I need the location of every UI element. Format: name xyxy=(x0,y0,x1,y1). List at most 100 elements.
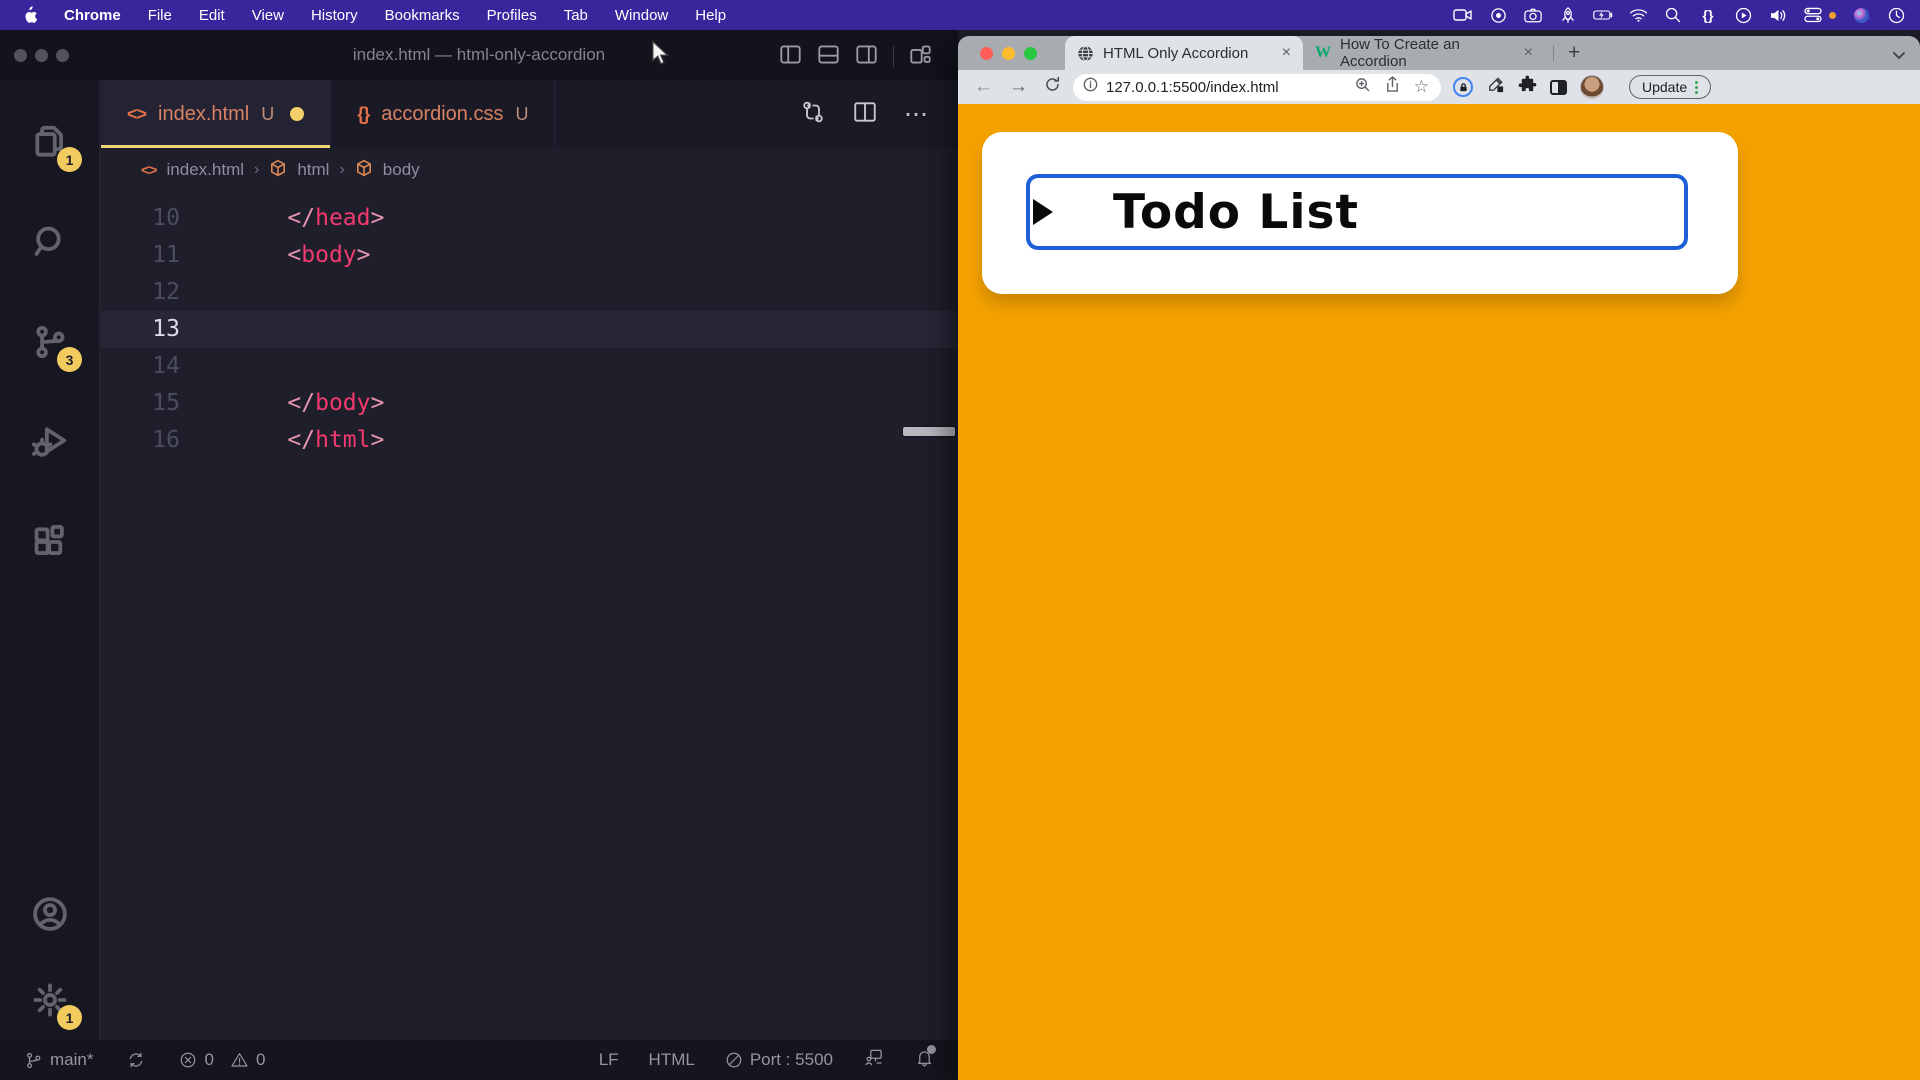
css-file-icon: {} xyxy=(357,104,369,125)
remote-explorer-icon[interactable] xyxy=(863,1048,885,1072)
open-changes-icon[interactable] xyxy=(800,99,826,130)
menu-view[interactable]: View xyxy=(252,7,284,24)
breadcrumb-body[interactable]: body xyxy=(383,160,420,180)
sync-changes-icon[interactable] xyxy=(127,1051,145,1069)
zoom-window-icon[interactable] xyxy=(1024,47,1037,60)
menu-window[interactable]: Window xyxy=(615,7,668,24)
tab-search-chevron-icon[interactable] xyxy=(1892,47,1906,65)
notification-dot xyxy=(927,1045,936,1054)
menu-profiles[interactable]: Profiles xyxy=(487,7,537,24)
privacy-extension-icon[interactable] xyxy=(1453,77,1473,97)
tab-label: index.html xyxy=(158,103,249,126)
menu-edit[interactable]: Edit xyxy=(199,7,225,24)
zoom-window-icon[interactable] xyxy=(56,49,69,62)
rocket-icon[interactable] xyxy=(1558,5,1578,25)
sidebar-item-settings[interactable]: 1 xyxy=(0,968,100,1032)
toggle-panel-icon[interactable] xyxy=(817,43,840,71)
apple-menu-icon[interactable] xyxy=(22,6,37,24)
share-icon[interactable] xyxy=(1385,76,1400,98)
menu-tab[interactable]: Tab xyxy=(564,7,588,24)
bookmark-star-icon[interactable]: ☆ xyxy=(1414,77,1429,97)
status-bar: main* 0 0 LF HTML Port : 5500 xyxy=(0,1040,958,1080)
settings-badge: 1 xyxy=(57,1005,82,1030)
zoom-icon[interactable] xyxy=(1355,77,1371,98)
forward-button[interactable]: → xyxy=(1009,76,1028,98)
site-info-icon[interactable] xyxy=(1083,77,1098,97)
sidebar-item-search[interactable] xyxy=(0,210,100,274)
w3schools-favicon-icon: W xyxy=(1315,44,1331,62)
chrome-window-controls xyxy=(980,47,1037,60)
toggle-sidebar-icon[interactable] xyxy=(779,43,802,71)
unsaved-dot-icon[interactable] xyxy=(290,107,304,121)
breadcrumb-html[interactable]: html xyxy=(297,160,329,180)
control-center-icon[interactable] xyxy=(1803,5,1823,25)
back-button[interactable]: ← xyxy=(974,76,993,98)
sidebar-item-extensions[interactable] xyxy=(0,510,100,574)
close-tab-icon[interactable]: × xyxy=(1282,44,1291,62)
url-text[interactable]: 127.0.0.1:5500/index.html xyxy=(1106,79,1355,96)
customize-layout-icon[interactable] xyxy=(909,43,932,71)
tab-accordion-css[interactable]: {} accordion.css U xyxy=(331,80,555,148)
video-camera-icon[interactable] xyxy=(1453,5,1473,25)
new-tab-button[interactable]: + xyxy=(1562,41,1586,65)
source-control-badge: 3 xyxy=(57,347,82,372)
sidebar-item-explorer[interactable]: 1 xyxy=(0,110,100,174)
menu-history[interactable]: History xyxy=(311,7,358,24)
wifi-icon[interactable] xyxy=(1628,5,1648,25)
divider xyxy=(893,46,894,68)
problems-status[interactable]: 0 0 xyxy=(179,1050,265,1070)
html-file-icon: <> xyxy=(141,162,157,179)
menu-file[interactable]: File xyxy=(148,7,172,24)
extensions-puzzle-icon[interactable] xyxy=(1518,75,1537,99)
split-editor-icon[interactable] xyxy=(852,99,878,130)
colorpicker-extension-icon[interactable] xyxy=(1486,75,1505,99)
error-count: 0 xyxy=(204,1050,213,1070)
sidebar-item-source-control[interactable]: 3 xyxy=(0,310,100,374)
sidebar-item-run-debug[interactable] xyxy=(0,410,100,474)
breadcrumb-file[interactable]: index.html xyxy=(167,160,244,180)
more-actions-icon[interactable]: ⋯ xyxy=(904,100,930,129)
minimize-window-icon[interactable] xyxy=(1002,47,1015,60)
code-line: 12 xyxy=(101,274,958,311)
address-bar[interactable]: 127.0.0.1:5500/index.html ☆ xyxy=(1073,74,1441,101)
vscode-title-bar[interactable]: index.html — html-only-accordion xyxy=(0,30,958,80)
live-server-port[interactable]: Port : 5500 xyxy=(725,1050,833,1070)
profile-avatar[interactable] xyxy=(1580,75,1604,99)
update-button[interactable]: Update xyxy=(1629,75,1711,99)
code-line-active: 13 xyxy=(101,311,958,348)
tab-how-to-create-accordion[interactable]: W How To Create an Accordion × xyxy=(1303,36,1545,70)
play-circle-icon[interactable] xyxy=(1733,5,1753,25)
close-window-icon[interactable] xyxy=(14,49,27,62)
minimize-window-icon[interactable] xyxy=(35,49,48,62)
menubar-status-icons: {} xyxy=(1453,5,1906,25)
notifications-bell-icon[interactable] xyxy=(915,1048,934,1072)
language-mode[interactable]: HTML xyxy=(649,1050,695,1070)
siri-icon[interactable] xyxy=(1851,5,1871,25)
sidebar-item-accounts[interactable] xyxy=(0,882,100,946)
close-tab-icon[interactable]: × xyxy=(1524,44,1533,62)
reload-button[interactable] xyxy=(1044,76,1061,99)
close-window-icon[interactable] xyxy=(980,47,993,60)
tab-index-html[interactable]: <> index.html U xyxy=(101,80,331,148)
screen-record-icon[interactable] xyxy=(1488,5,1508,25)
side-panel-icon[interactable] xyxy=(1550,80,1567,95)
menu-bookmarks[interactable]: Bookmarks xyxy=(385,7,460,24)
spotlight-search-icon[interactable] xyxy=(1663,5,1683,25)
resize-handle[interactable] xyxy=(903,427,955,436)
code-editor[interactable]: 10 </head> 11 <body> 12 13 14 15 </body>… xyxy=(101,200,958,459)
camera-icon[interactable] xyxy=(1523,5,1543,25)
code-line: 11 <body> xyxy=(101,237,958,274)
macos-menu-bar: Chrome File Edit View History Bookmarks … xyxy=(0,0,1920,30)
clock-icon[interactable] xyxy=(1886,5,1906,25)
git-branch-status[interactable]: main* xyxy=(24,1050,93,1070)
menu-help[interactable]: Help xyxy=(695,7,726,24)
toggle-secondary-sidebar-icon[interactable] xyxy=(855,43,878,71)
tab-html-only-accordion[interactable]: HTML Only Accordion × xyxy=(1065,36,1303,70)
dev-braces-icon[interactable]: {} xyxy=(1698,5,1718,25)
battery-charging-icon[interactable] xyxy=(1593,5,1613,25)
menu-chrome[interactable]: Chrome xyxy=(64,7,121,24)
eol-indicator[interactable]: LF xyxy=(599,1050,619,1070)
accordion-summary[interactable]: Todo List xyxy=(1026,174,1688,250)
tab-title: How To Create an Accordion xyxy=(1340,36,1515,70)
volume-icon[interactable] xyxy=(1768,5,1788,25)
